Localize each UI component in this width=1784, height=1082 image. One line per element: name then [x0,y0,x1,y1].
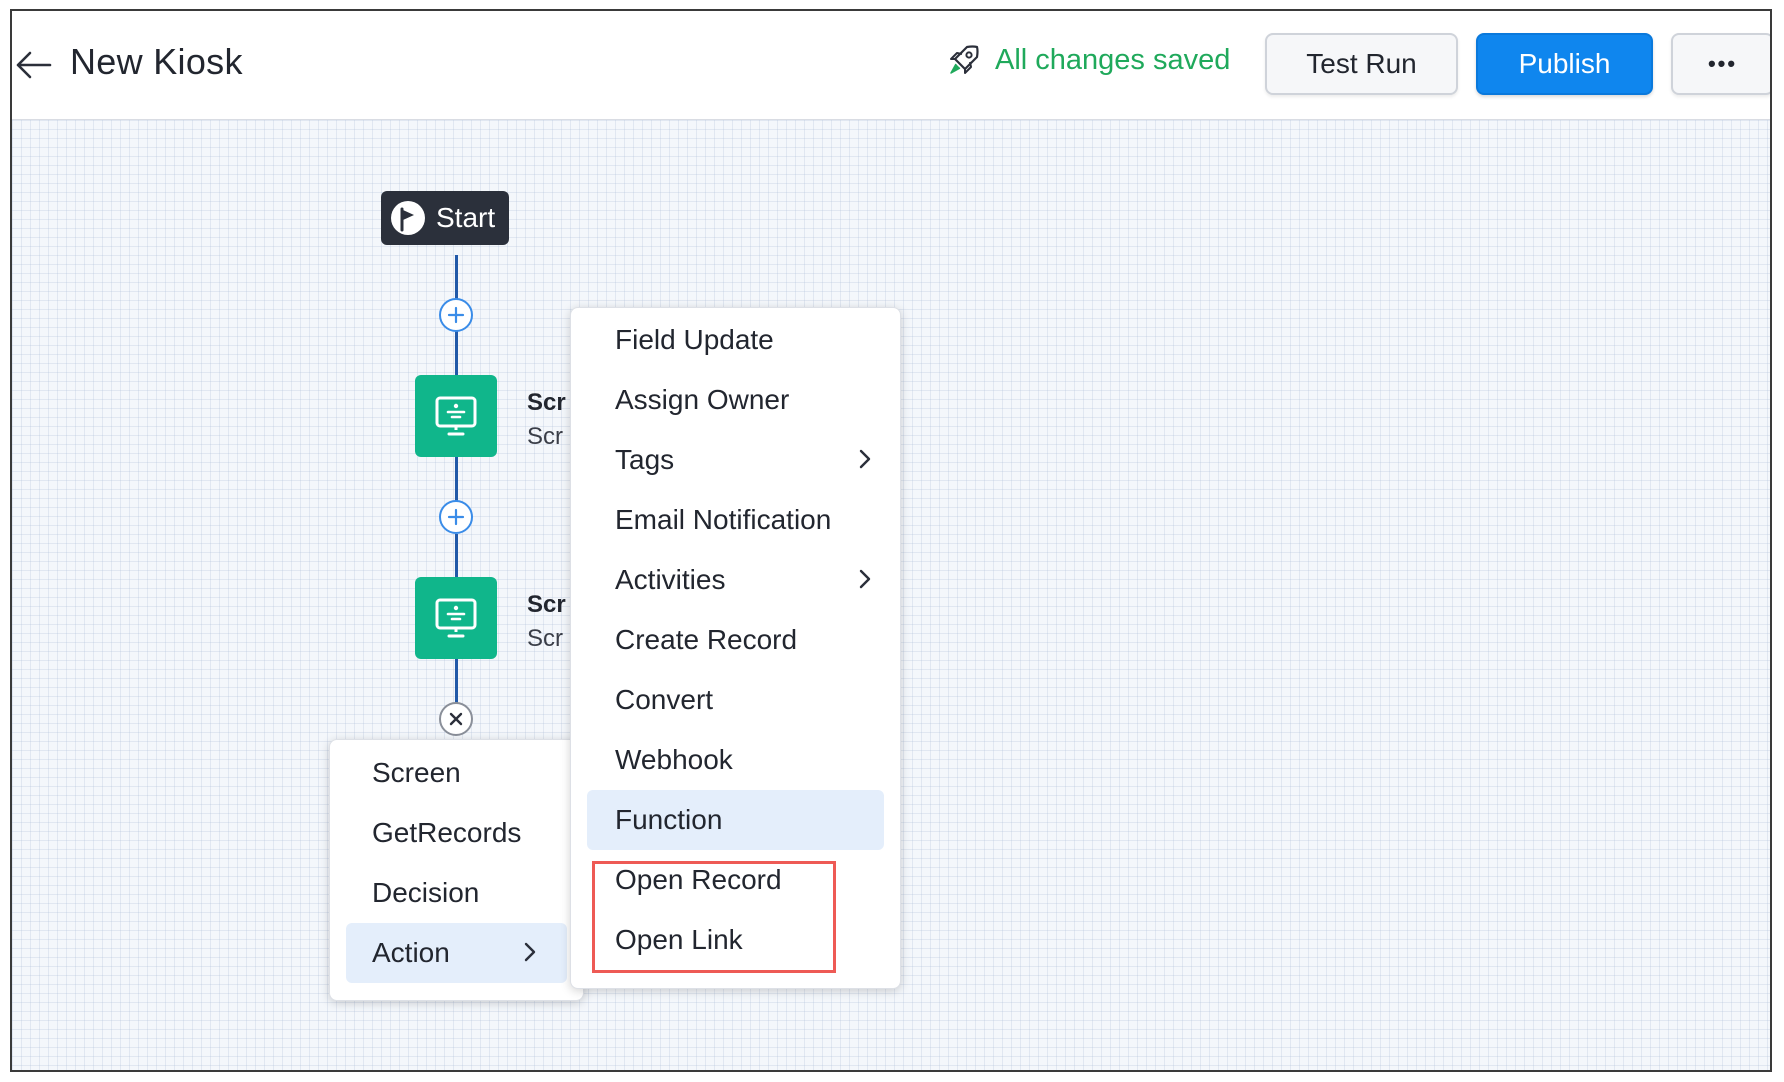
chevron-right-icon [859,569,871,589]
node-title: Scr [527,591,566,618]
close-icon [449,712,463,726]
plus-icon [447,306,465,324]
menu-item-screen[interactable]: Screen [330,743,583,803]
screen-node-label: Scr Scr [527,591,566,653]
menu-item-decision[interactable]: Decision [330,863,583,923]
plus-icon [447,508,465,526]
start-label: Start [436,202,496,233]
menu-item-open-link[interactable]: Open Link [571,910,900,970]
publish-button[interactable]: Publish [1476,33,1653,95]
flag-icon [391,201,425,235]
save-status: All changes saved [947,43,1230,77]
node-title: Scr [527,389,566,416]
rocket-icon [950,45,979,74]
arrow-left-icon [16,51,52,79]
add-step-button[interactable] [439,500,473,534]
menu-item-action[interactable]: Action [346,923,567,983]
add-step-button[interactable] [439,298,473,332]
connector-line [455,534,458,577]
test-run-button[interactable]: Test Run [1265,33,1458,95]
close-add-menu-button[interactable] [439,702,473,736]
chevron-right-icon [859,449,871,469]
node-subtitle: Scr [527,625,563,652]
more-horizontal-icon: ••• [1707,51,1738,76]
add-step-menu: Screen GetRecords Decision Action [329,739,584,1001]
menu-item-assign-owner[interactable]: Assign Owner [571,370,900,430]
page-title: New Kiosk [70,41,243,82]
monitor-icon [435,396,477,436]
screen-node[interactable] [415,375,497,457]
start-node[interactable]: Start [381,191,509,245]
menu-item-label: Activities [615,564,726,595]
more-options-button[interactable]: ••• [1671,33,1770,95]
screen-node[interactable] [415,577,497,659]
back-button[interactable] [14,45,54,85]
menu-item-label: Action [372,937,450,968]
monitor-icon [435,598,477,638]
menu-item-function[interactable]: Function [587,790,884,850]
node-subtitle: Scr [527,423,563,450]
chevron-right-icon [524,942,536,962]
action-submenu: Field Update Assign Owner Tags Email Not… [570,307,901,989]
top-bar: New Kiosk All changes saved Test Run Pub… [12,11,1770,120]
menu-item-label: Tags [615,444,675,475]
menu-item-getrecords[interactable]: GetRecords [330,803,583,863]
screen-node-label: Scr Scr [527,389,566,451]
menu-item-email-notification[interactable]: Email Notification [571,490,900,550]
save-status-text: All changes saved [995,43,1231,76]
menu-item-tags[interactable]: Tags [571,430,900,490]
connector-line [455,330,458,375]
menu-item-convert[interactable]: Convert [571,670,900,730]
menu-item-webhook[interactable]: Webhook [571,730,900,790]
menu-item-field-update[interactable]: Field Update [571,310,900,370]
menu-item-activities[interactable]: Activities [571,550,900,610]
menu-item-open-record[interactable]: Open Record [571,850,900,910]
menu-item-create-record[interactable]: Create Record [571,610,900,670]
